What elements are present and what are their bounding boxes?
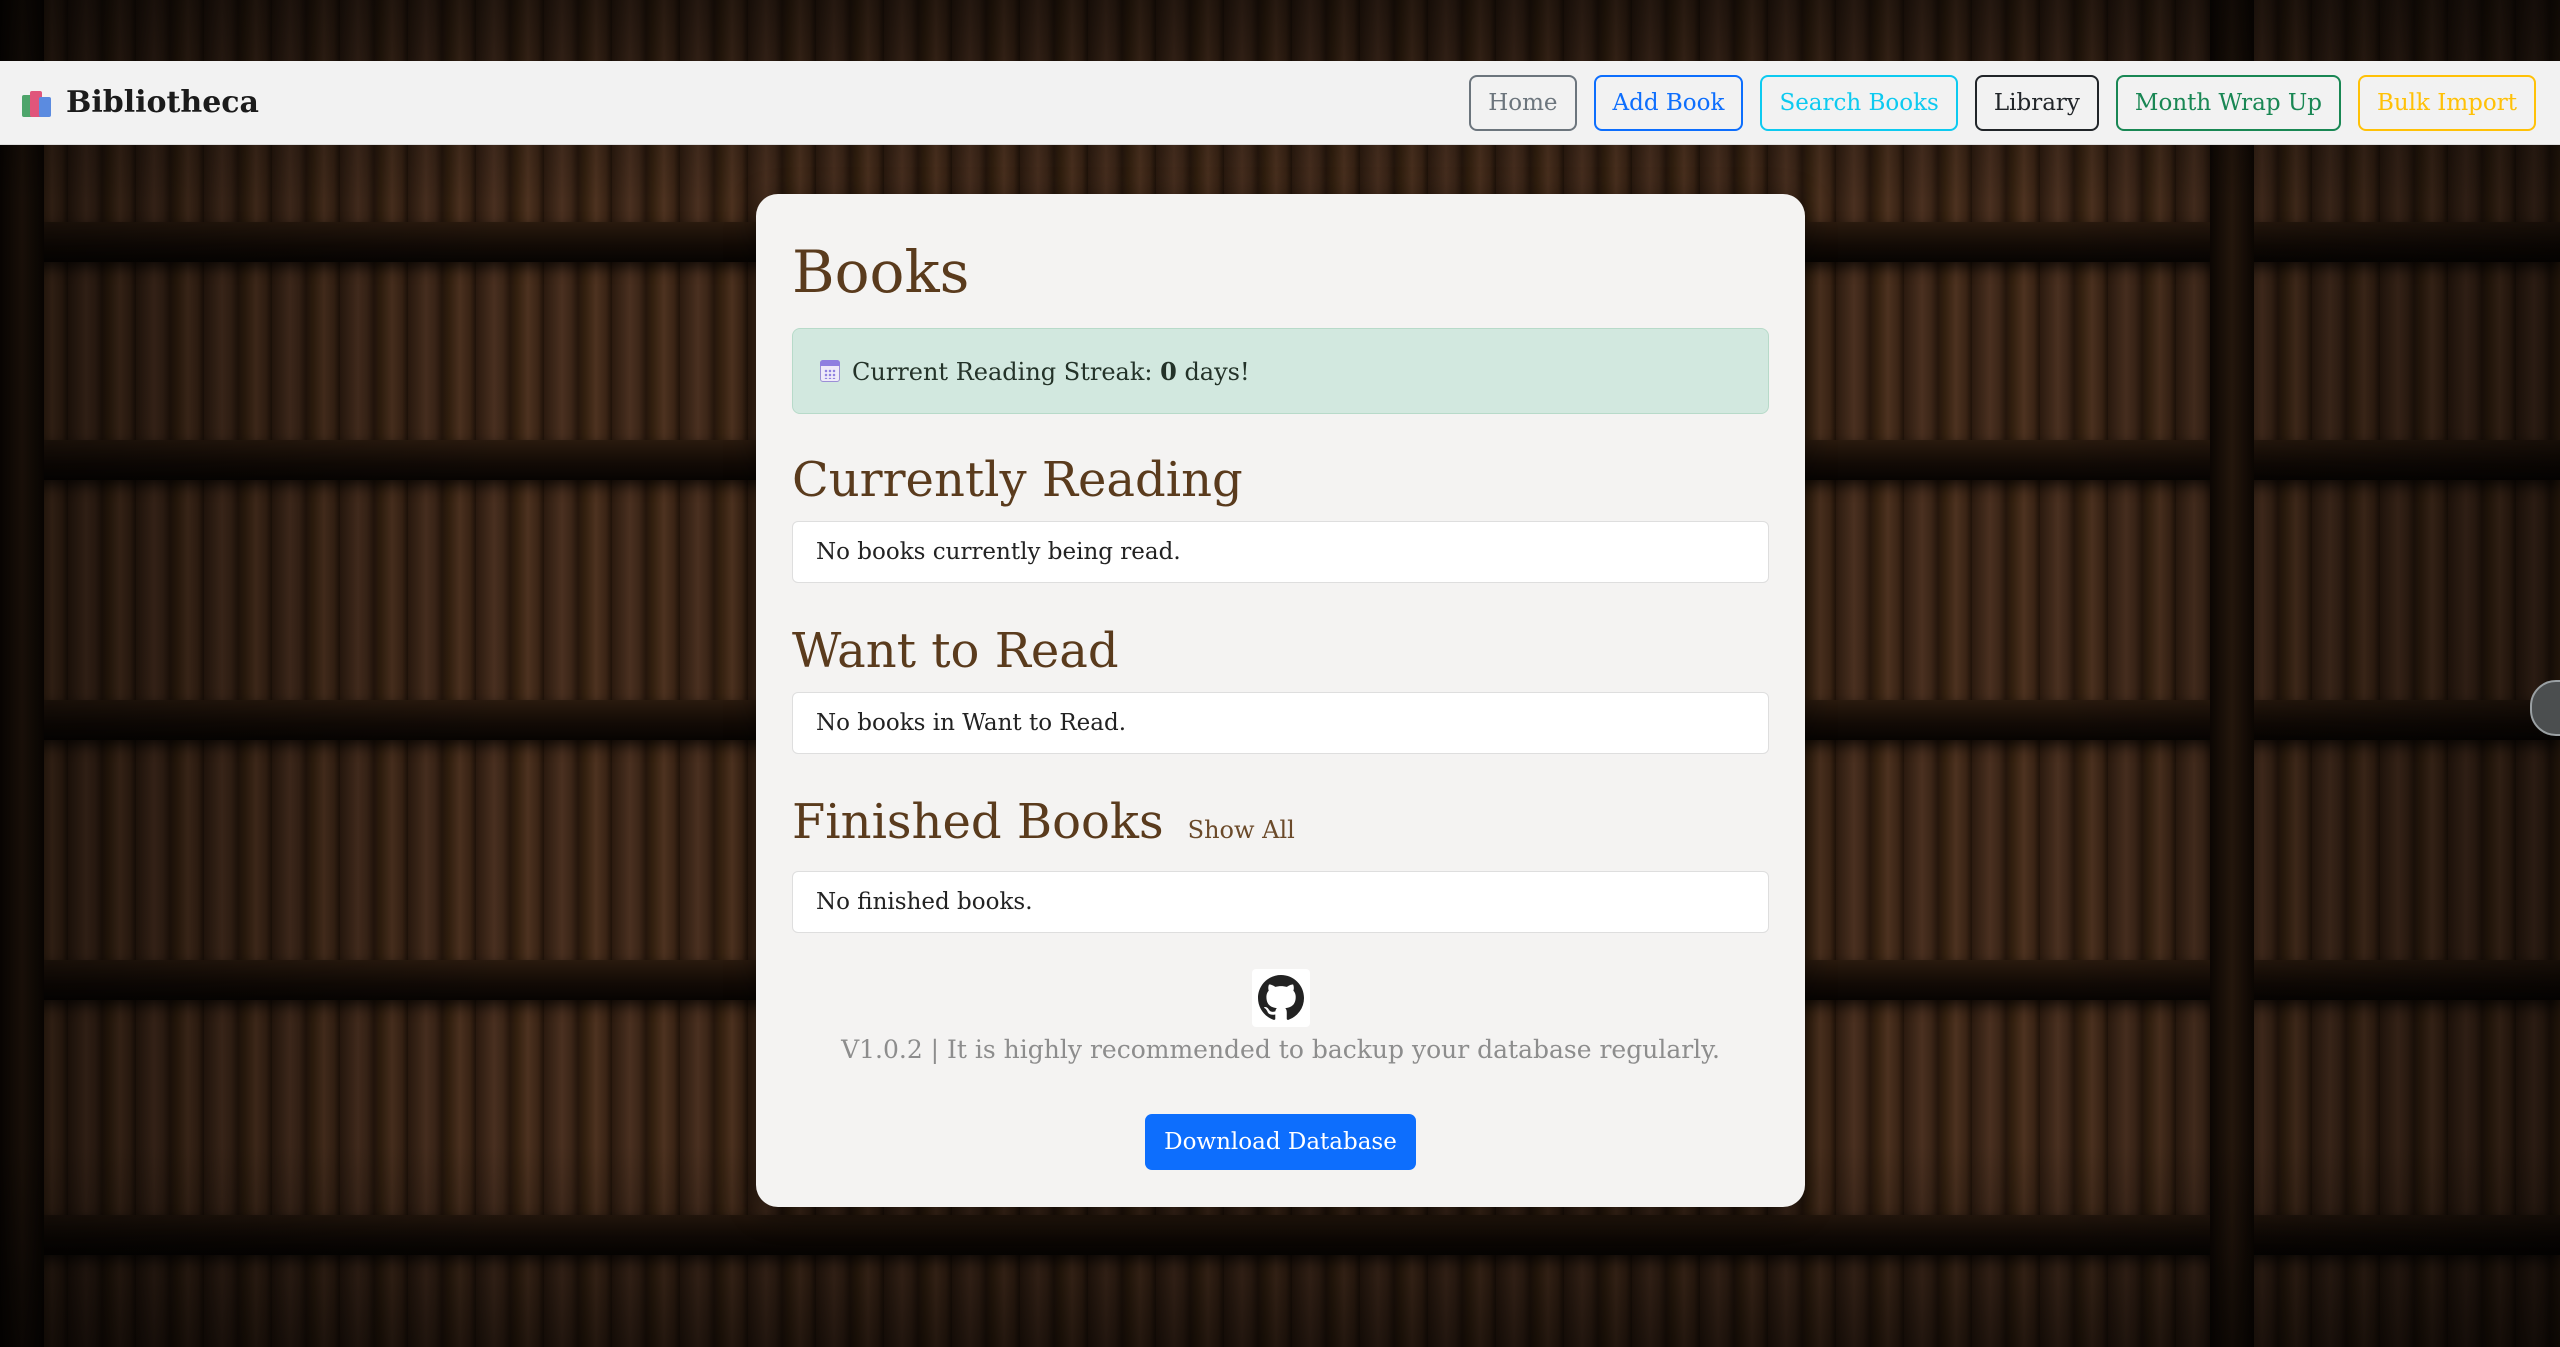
finished-books-empty: No finished books. bbox=[792, 871, 1769, 933]
navbar: Bibliotheca Home Add Book Search Books L… bbox=[0, 61, 2560, 145]
streak-text: Current Reading Streak: 0 days! bbox=[852, 357, 1250, 386]
currently-reading-heading: Currently Reading bbox=[792, 450, 1769, 510]
github-icon bbox=[1257, 975, 1304, 1020]
want-to-read-title: Want to Read bbox=[792, 623, 1119, 679]
currently-reading-title: Currently Reading bbox=[792, 452, 1243, 508]
books-icon bbox=[22, 89, 54, 117]
want-to-read-empty: No books in Want to Read. bbox=[792, 692, 1769, 754]
nav-library-button[interactable]: Library bbox=[1974, 74, 2099, 131]
currently-reading-empty: No books currently being read. bbox=[792, 521, 1769, 583]
finished-books-heading: Finished Books Show All bbox=[792, 792, 1769, 860]
want-to-read-heading: Want to Read bbox=[792, 621, 1769, 681]
streak-label: Current Reading Streak: bbox=[852, 357, 1161, 386]
calendar-icon bbox=[820, 360, 840, 382]
nav-home-button[interactable]: Home bbox=[1469, 74, 1577, 131]
nav-month-wrap-up-button[interactable]: Month Wrap Up bbox=[2115, 74, 2341, 131]
reading-streak-alert: Current Reading Streak: 0 days! bbox=[792, 328, 1769, 414]
card-footer: V1.0.2 | It is highly recommended to bac… bbox=[792, 969, 1769, 1170]
page-title: Books bbox=[792, 238, 970, 306]
books-card: Books Current Reading Streak: 0 days! Cu… bbox=[756, 194, 1805, 1207]
nav-buttons: Home Add Book Search Books Library Month… bbox=[1469, 74, 2536, 131]
github-link[interactable] bbox=[1251, 969, 1310, 1027]
version-text: V1.0.2 | It is highly recommended to bac… bbox=[841, 1035, 1720, 1064]
finished-books-title: Finished Books bbox=[792, 794, 1164, 850]
download-database-button[interactable]: Download Database bbox=[1145, 1114, 1416, 1170]
brand-name: Bibliotheca bbox=[66, 85, 259, 120]
streak-suffix: days! bbox=[1176, 357, 1250, 386]
nav-add-book-button[interactable]: Add Book bbox=[1593, 74, 1744, 131]
brand[interactable]: Bibliotheca bbox=[22, 85, 259, 120]
show-all-link[interactable]: Show All bbox=[1188, 800, 1295, 860]
streak-count: 0 bbox=[1160, 356, 1177, 386]
nav-bulk-import-button[interactable]: Bulk Import bbox=[2357, 74, 2536, 131]
nav-search-books-button[interactable]: Search Books bbox=[1760, 74, 1958, 131]
